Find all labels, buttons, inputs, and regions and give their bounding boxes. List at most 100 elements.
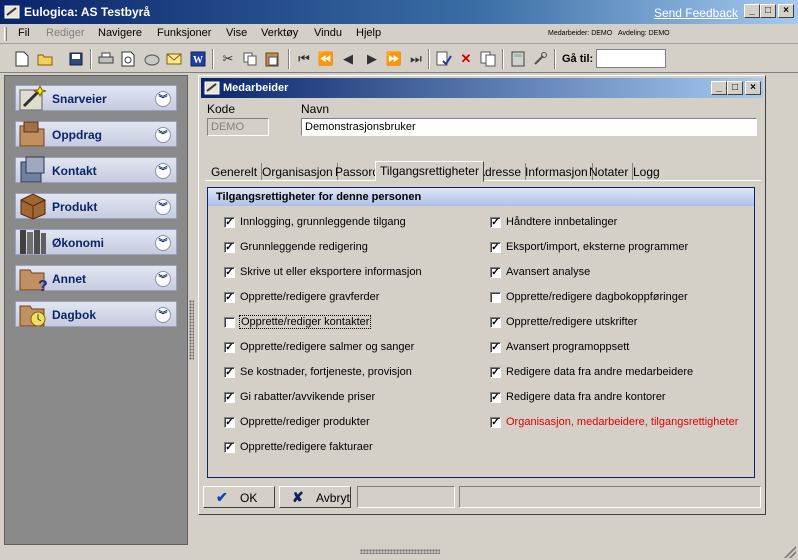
window-resize-grip[interactable] bbox=[784, 546, 796, 558]
chevron-down-icon[interactable]: ︾ bbox=[155, 127, 171, 143]
checkbox-box[interactable]: ✓ bbox=[490, 267, 501, 278]
paste-clipboard-icon[interactable] bbox=[262, 49, 282, 69]
tools-wrench-icon[interactable] bbox=[530, 49, 550, 69]
open-folder-icon[interactable] bbox=[36, 49, 56, 69]
print-icon[interactable] bbox=[96, 49, 116, 69]
dialog-minimize-button[interactable]: _ bbox=[711, 81, 727, 95]
sidebar-item-label: Kontakt bbox=[52, 164, 97, 178]
next-page-icon[interactable]: ⏩ bbox=[384, 49, 404, 69]
sidebar-item-kontakt[interactable]: Kontakt ︾ bbox=[15, 156, 177, 183]
tab-notater[interactable]: Notater bbox=[585, 163, 634, 181]
tab-informasjon[interactable]: Informasjon bbox=[521, 163, 593, 181]
checkbox-box[interactable]: ✓ bbox=[490, 217, 501, 228]
checkbox-box[interactable]: ✓ bbox=[490, 392, 501, 403]
tab-organisasjon[interactable]: Organisasjon bbox=[258, 163, 338, 181]
sidebar-item-annet[interactable]: ? Annet ︾ bbox=[15, 265, 177, 292]
edit-check-icon[interactable] bbox=[434, 49, 454, 69]
checkbox-box[interactable]: ✓ bbox=[224, 442, 235, 453]
chevron-down-icon[interactable]: ︾ bbox=[155, 235, 171, 251]
checkbox-box[interactable]: ✓ bbox=[490, 342, 501, 353]
close-button[interactable]: × bbox=[778, 4, 794, 18]
chevron-down-icon[interactable]: ︾ bbox=[155, 271, 171, 287]
checkbox-box[interactable]: ✓ bbox=[224, 367, 235, 378]
checkbox-box[interactable]: ✓ bbox=[490, 317, 501, 328]
permission-label: Opprette/rediger kontakter bbox=[238, 315, 372, 329]
sidebar-item-label: Oppdrag bbox=[52, 128, 102, 142]
previous-page-icon[interactable]: ⏪ bbox=[316, 49, 336, 69]
dialog-title-bar: Medarbeider _ □ × bbox=[201, 78, 763, 98]
ledger-books-icon bbox=[20, 230, 46, 254]
print-preview-icon[interactable] bbox=[118, 49, 138, 69]
sidebar-item-okonomi[interactable]: Økonomi ︾ bbox=[15, 229, 177, 255]
vertical-splitter-handle[interactable] bbox=[189, 300, 194, 360]
checkbox-box[interactable]: ✓ bbox=[224, 392, 235, 403]
copy-icon[interactable] bbox=[240, 49, 260, 69]
checkbox-box[interactable] bbox=[224, 317, 235, 328]
tab-generelt[interactable]: Generelt bbox=[207, 163, 263, 181]
chevron-down-icon[interactable]: ︾ bbox=[155, 199, 171, 215]
toolbar-separator bbox=[288, 49, 290, 69]
checkbox-box[interactable]: ✓ bbox=[224, 242, 235, 253]
first-record-icon[interactable]: ⏮ bbox=[294, 49, 314, 69]
menu-rediger[interactable]: Rediger bbox=[46, 27, 85, 39]
word-export-icon[interactable]: W bbox=[188, 49, 208, 69]
chevron-down-icon[interactable]: ︾ bbox=[155, 91, 171, 107]
checkbox-box[interactable]: ✓ bbox=[224, 417, 235, 428]
status-user: Medarbeider: DEMO bbox=[548, 30, 613, 37]
checkbox-box[interactable]: ✓ bbox=[224, 217, 235, 228]
tab-logg[interactable]: Logg bbox=[629, 163, 664, 181]
checkbox-box[interactable]: ✓ bbox=[224, 267, 235, 278]
document-copy-icon[interactable] bbox=[478, 49, 498, 69]
sidebar-item-dagbok[interactable]: Dagbok ︾ bbox=[15, 301, 177, 327]
previous-record-icon[interactable]: ◀ bbox=[338, 49, 358, 69]
send-feedback-link[interactable]: Send Feedback bbox=[654, 6, 738, 20]
permission-label: Opprette/redigere utskrifter bbox=[506, 316, 638, 328]
cut-scissors-icon[interactable]: ✂ bbox=[218, 49, 238, 69]
app-title-bar: Eulogica: AS Testbyrå Send Feedback _ □ … bbox=[0, 0, 798, 24]
dialog-maximize-button[interactable]: □ bbox=[727, 81, 743, 95]
email-envelope-icon[interactable] bbox=[164, 49, 184, 69]
tab-tilgangsrettigheter[interactable]: Tilgangsrettigheter bbox=[375, 161, 484, 182]
menu-verktoy[interactable]: Verktøy bbox=[261, 27, 298, 39]
calculator-icon[interactable] bbox=[508, 49, 528, 69]
menu-vise[interactable]: Vise bbox=[226, 27, 247, 39]
checkbox-box[interactable]: ✓ bbox=[490, 417, 501, 428]
menu-funksjoner[interactable]: Funksjoner bbox=[157, 27, 211, 39]
sidebar: Snarveier ︾ Oppdrag ︾ Kontakt ︾ Produkt … bbox=[4, 75, 188, 545]
checkbox-box[interactable] bbox=[490, 292, 501, 303]
sidebar-item-produkt[interactable]: Produkt ︾ bbox=[15, 193, 177, 220]
maximize-button[interactable]: □ bbox=[760, 4, 776, 18]
checkbox-box[interactable]: ✓ bbox=[224, 292, 235, 303]
permissions-panel: Tilgangsrettigheter for denne personen ✓… bbox=[207, 187, 755, 478]
checkbox-box[interactable]: ✓ bbox=[224, 342, 235, 353]
ok-button[interactable]: ✔ OK bbox=[203, 486, 275, 508]
status-panel bbox=[357, 486, 455, 508]
permission-label: Grunnleggende redigering bbox=[240, 241, 368, 253]
permission-label: Avansert programoppsett bbox=[506, 341, 630, 353]
navn-field[interactable] bbox=[301, 118, 757, 136]
last-record-icon[interactable]: ⏭ bbox=[406, 49, 426, 69]
menu-hjelp[interactable]: Hjelp bbox=[356, 27, 381, 39]
checkbox-box[interactable]: ✓ bbox=[490, 367, 501, 378]
delete-x-icon[interactable]: ✕ bbox=[456, 49, 476, 69]
menu-fil[interactable]: Fil bbox=[18, 27, 30, 39]
horizontal-splitter-handle[interactable] bbox=[360, 549, 440, 554]
sidebar-item-snarveier[interactable]: Snarveier ︾ bbox=[15, 84, 177, 111]
goto-input[interactable] bbox=[596, 49, 666, 68]
sidebar-item-oppdrag[interactable]: Oppdrag ︾ bbox=[15, 121, 177, 147]
dialog-close-button[interactable]: × bbox=[745, 81, 761, 95]
menu-grip bbox=[4, 27, 7, 41]
permission-label: Opprette/redigere fakturaer bbox=[240, 441, 373, 453]
new-document-icon[interactable] bbox=[12, 49, 32, 69]
checkbox-box[interactable]: ✓ bbox=[490, 242, 501, 253]
chevron-down-icon[interactable]: ︾ bbox=[155, 163, 171, 179]
menu-vindu[interactable]: Vindu bbox=[314, 27, 342, 39]
save-disk-icon[interactable] bbox=[66, 49, 86, 69]
menu-navigere[interactable]: Navigere bbox=[98, 27, 142, 39]
minimize-button[interactable]: _ bbox=[744, 4, 760, 18]
fax-icon[interactable] bbox=[142, 49, 162, 69]
contact-box-icon bbox=[20, 156, 45, 183]
cancel-button[interactable]: ✘ Avbryt bbox=[279, 486, 351, 508]
next-record-icon[interactable]: ▶ bbox=[362, 49, 382, 69]
chevron-down-icon[interactable]: ︾ bbox=[155, 307, 171, 323]
